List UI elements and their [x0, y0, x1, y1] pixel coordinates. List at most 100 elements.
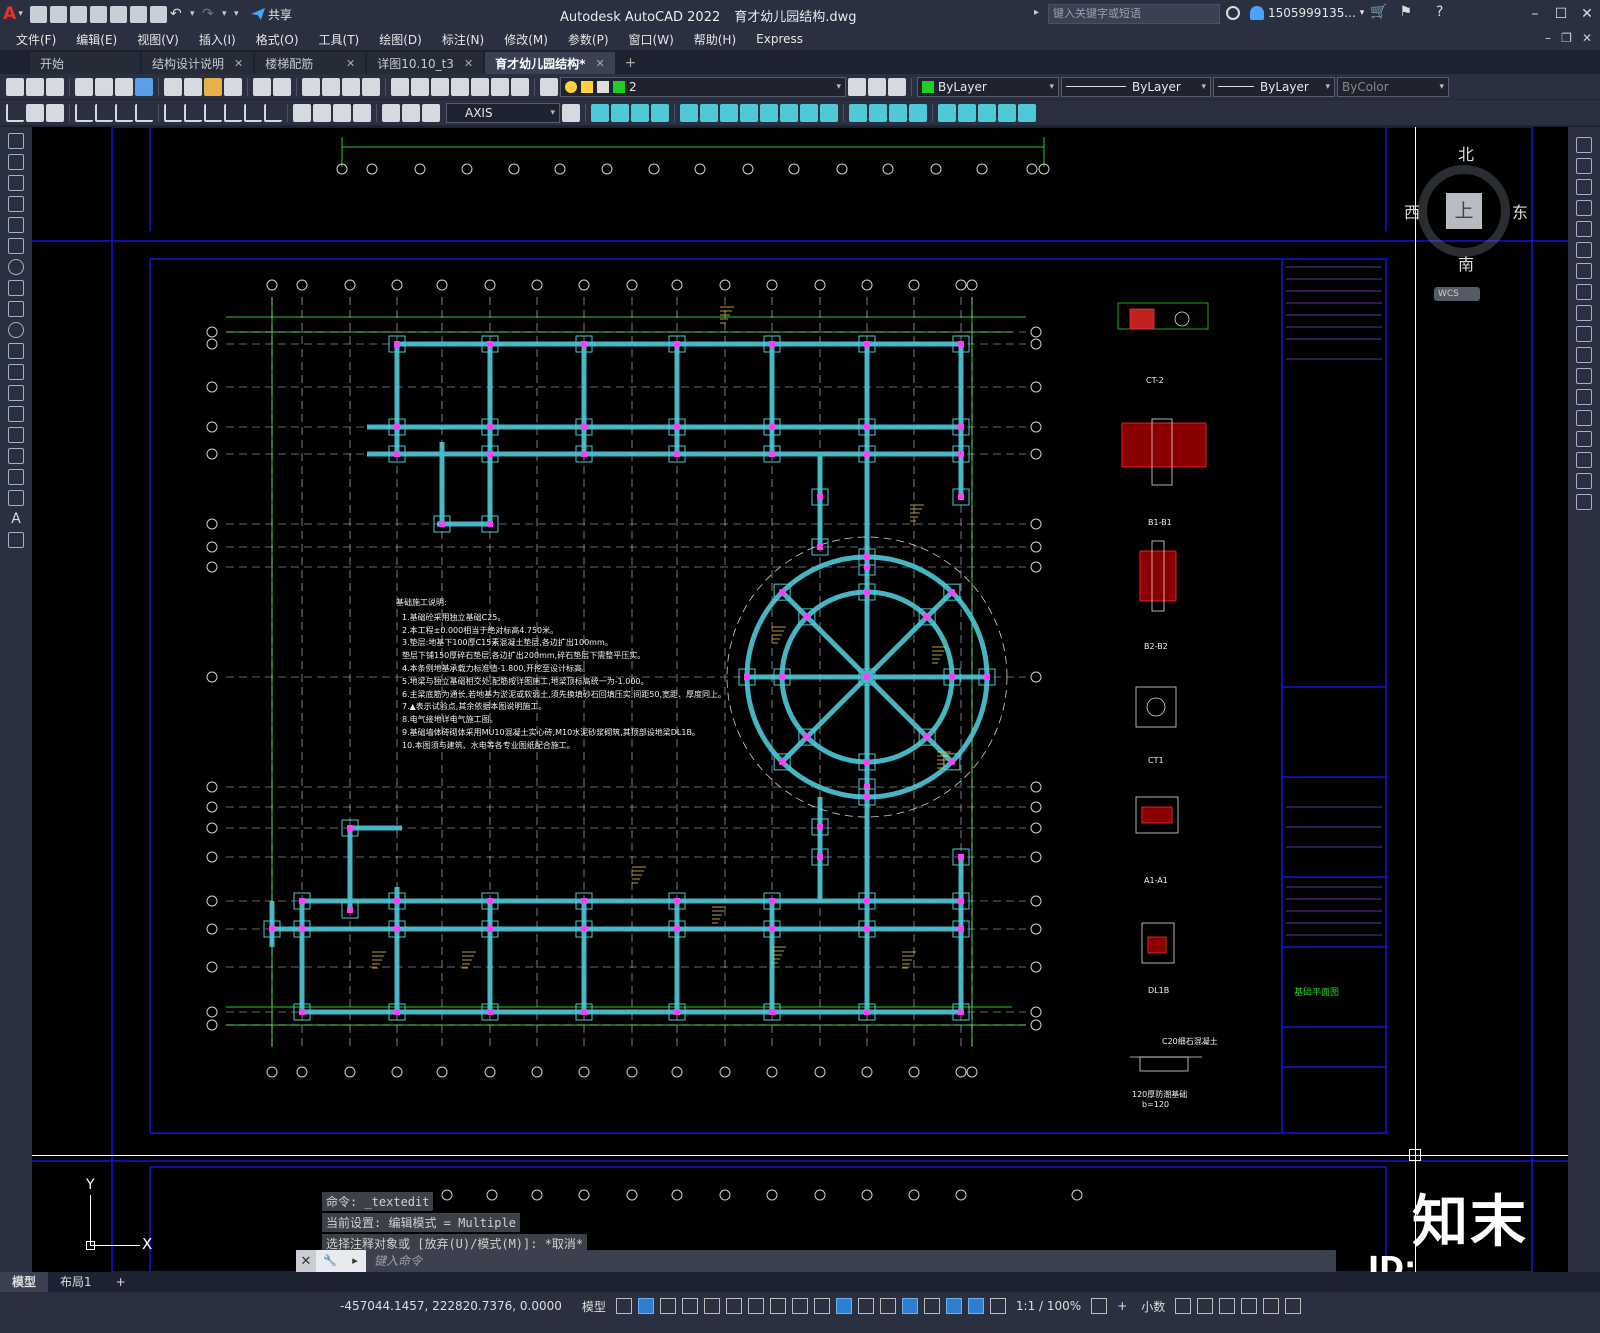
table-icon[interactable]	[8, 490, 24, 506]
isodraft-icon[interactable]	[747, 1298, 764, 1314]
search-icon[interactable]	[1226, 6, 1240, 20]
add-layout-button[interactable]: +	[104, 1272, 138, 1292]
help-icon[interactable]: ?	[1436, 4, 1443, 20]
make-block-icon[interactable]	[8, 385, 24, 401]
lineweight-dropdown[interactable]: ByLayer ▾	[1213, 76, 1335, 97]
save-icon[interactable]	[46, 77, 64, 96]
polygon-icon[interactable]	[8, 196, 24, 212]
line-tool-icon[interactable]	[8, 133, 24, 149]
open-file-icon[interactable]	[50, 5, 67, 23]
insert-block-icon[interactable]	[8, 364, 24, 380]
zoom-window-icon[interactable]	[342, 77, 360, 96]
break-point-icon[interactable]	[1576, 368, 1592, 384]
customize-qat-icon[interactable]: ▾	[234, 6, 243, 23]
search-input[interactable]: 键入关键字或短语	[1048, 4, 1220, 24]
new-file-icon[interactable]	[30, 5, 47, 23]
object-snap-tracking-icon[interactable]	[769, 1298, 786, 1314]
diameter-dim-icon[interactable]	[135, 103, 153, 122]
ordinate-dim-icon[interactable]	[75, 103, 93, 122]
redo-icon[interactable]: ↷	[202, 6, 219, 23]
zoom-realtime-icon[interactable]	[322, 77, 340, 96]
open-icon[interactable]	[26, 77, 44, 96]
tab-close-icon[interactable]: ✕	[234, 57, 243, 70]
arc-length-icon[interactable]	[46, 103, 64, 122]
new-tab-button[interactable]: +	[617, 52, 645, 74]
lock-ui-icon[interactable]	[1197, 1298, 1214, 1314]
menu-file[interactable]: 文件(F)	[16, 31, 56, 48]
dim-update-icon[interactable]	[422, 103, 440, 122]
autocad-logo-icon[interactable]: A ▾	[0, 0, 26, 28]
menu-insert[interactable]: 插入(I)	[199, 31, 236, 48]
zoom-previous-icon[interactable]	[362, 77, 380, 96]
selection-filter-icon[interactable]	[923, 1298, 940, 1314]
3d-dwf-icon[interactable]	[135, 77, 153, 96]
tab-layout1[interactable]: 布局1	[48, 1272, 104, 1292]
redo-icon[interactable]	[273, 77, 291, 96]
3d-array-icon[interactable]	[1018, 103, 1036, 122]
3d-revolve-icon[interactable]	[700, 103, 718, 122]
design-center-icon[interactable]	[411, 77, 429, 96]
grid-icon[interactable]	[615, 1298, 632, 1314]
markup-icon[interactable]	[471, 77, 489, 96]
paste-icon[interactable]	[204, 77, 222, 96]
undo-icon[interactable]	[253, 77, 271, 96]
angular-dim-icon[interactable]	[164, 103, 182, 122]
compass-north[interactable]: 北	[1458, 141, 1474, 165]
3d-rotate-icon[interactable]	[958, 103, 976, 122]
3d-wedge-icon[interactable]	[611, 103, 629, 122]
command-customize-icon[interactable]: 🔧	[316, 1250, 344, 1272]
add-selected-icon[interactable]	[8, 532, 24, 548]
hardware-acceleration-icon[interactable]	[1241, 1298, 1258, 1314]
compass-east[interactable]: 东	[1512, 199, 1528, 223]
dim-edit-icon[interactable]	[382, 103, 400, 122]
tab-close-icon[interactable]: ✕	[346, 57, 355, 70]
aligned-dim-icon[interactable]	[26, 103, 44, 122]
3d-chamfer-icon[interactable]	[909, 103, 927, 122]
3d-sweep-icon[interactable]	[720, 103, 738, 122]
compass-west[interactable]: 西	[1404, 199, 1420, 223]
workspace-gear-icon[interactable]	[1091, 1298, 1108, 1314]
menu-format[interactable]: 格式(O)	[256, 31, 299, 48]
polyline-icon[interactable]	[8, 175, 24, 191]
quickcalc-icon[interactable]	[491, 77, 509, 96]
menu-window[interactable]: 窗口(W)	[629, 31, 674, 48]
blend-icon[interactable]	[1576, 473, 1592, 489]
properties-icon[interactable]	[391, 77, 409, 96]
3d-slice-icon[interactable]	[820, 103, 838, 122]
move-icon[interactable]	[1576, 242, 1592, 258]
wcs-menu[interactable]: WCS	[1434, 287, 1480, 301]
polar-tracking-icon[interactable]	[725, 1298, 742, 1314]
quick-dim-icon[interactable]	[184, 103, 202, 122]
tab-kindergarten-structure[interactable]: 育才幼儿园结构* ✕	[485, 52, 615, 74]
spline-icon[interactable]	[8, 301, 24, 317]
join-icon[interactable]	[1576, 410, 1592, 426]
menu-view[interactable]: 视图(V)	[137, 31, 179, 48]
ortho-icon[interactable]	[703, 1298, 720, 1314]
continue-dim-icon[interactable]	[224, 103, 242, 122]
extend-icon[interactable]	[1576, 347, 1592, 363]
point-icon[interactable]	[8, 406, 24, 422]
layer-state-icon[interactable]	[888, 77, 906, 96]
close-icon[interactable]: ✕	[1574, 0, 1600, 28]
annotation-visibility-icon[interactable]	[967, 1298, 984, 1314]
doc-restore-icon[interactable]: ❐	[1561, 31, 1572, 45]
clean-screen-icon[interactable]	[1263, 1298, 1280, 1314]
3d-box-icon[interactable]	[591, 103, 609, 122]
lineweight-icon[interactable]	[813, 1298, 830, 1314]
region-icon[interactable]	[8, 469, 24, 485]
array-icon[interactable]	[1576, 221, 1592, 237]
copy-icon[interactable]	[184, 77, 202, 96]
help-icon[interactable]	[511, 77, 529, 96]
hatch-icon[interactable]	[8, 427, 24, 443]
gradient-icon[interactable]	[8, 448, 24, 464]
tolerance-icon[interactable]	[293, 103, 311, 122]
snap-mode-icon[interactable]	[637, 1298, 654, 1314]
doc-minimize-icon[interactable]: –	[1545, 31, 1551, 45]
dim-space-icon[interactable]	[244, 103, 262, 122]
3d-cone-icon[interactable]	[631, 103, 649, 122]
dim-text-edit-icon[interactable]	[402, 103, 420, 122]
customization-menu-icon[interactable]	[1285, 1298, 1302, 1314]
tab-detail[interactable]: 详图10.10_t3 ✕	[367, 52, 484, 74]
tab-close-icon[interactable]: ✕	[464, 57, 473, 70]
new-icon[interactable]	[6, 77, 24, 96]
